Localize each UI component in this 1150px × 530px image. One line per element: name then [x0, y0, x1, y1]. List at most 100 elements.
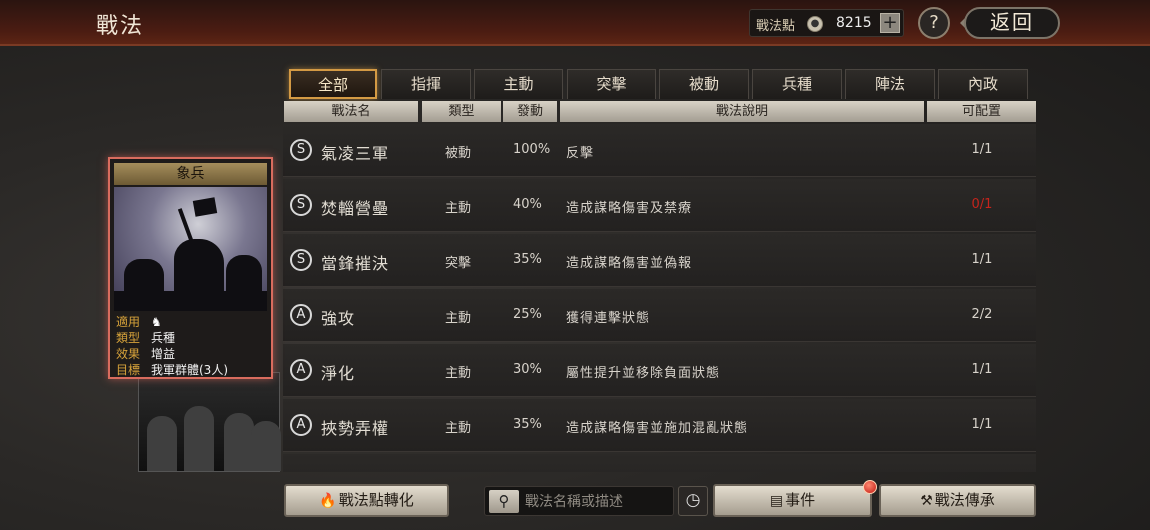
tactic-slots: 1/1: [971, 142, 993, 157]
tactic-slots: 2/2: [971, 307, 993, 322]
tactic-slots: 1/1: [971, 252, 993, 267]
tactic-name: 焚輜營壘: [321, 199, 390, 218]
tactic-type: 主動: [445, 311, 472, 326]
tactic-name: 挾勢弄權: [321, 419, 390, 438]
tactic-description: 屬性提升並移除負面狀態: [566, 366, 721, 381]
horse-rider-silhouette: [174, 239, 224, 299]
tactic-type: 主動: [445, 421, 472, 436]
ground-silhouette: [114, 291, 267, 311]
tactic-description: 造成謀略傷害並偽報: [566, 256, 693, 271]
table-row[interactable]: S 焚輜營壘 主動 40% 造成謀略傷害及禁療 0/1: [283, 179, 1036, 232]
tactic-rate: 25%: [513, 307, 542, 322]
card-info-row: 適用 ♞: [114, 314, 267, 330]
magnifier-icon[interactable]: ⚲: [489, 490, 519, 513]
tactic-slots: 0/1: [971, 197, 993, 212]
help-button[interactable]: ?: [918, 7, 950, 39]
card-info-value: 兵種: [151, 331, 176, 345]
clock-icon[interactable]: ◷: [678, 486, 708, 516]
grade-badge: S: [290, 249, 312, 271]
grade-badge: S: [290, 139, 312, 161]
card-info-key: 適用: [116, 315, 141, 329]
tactic-name: 當鋒摧決: [321, 254, 390, 273]
tab-formation[interactable]: 陣法: [845, 69, 935, 99]
tab-internal[interactable]: 內政: [938, 69, 1028, 99]
card-info-key: 目標: [116, 363, 141, 377]
tab-passive[interactable]: 被動: [659, 69, 749, 99]
card-info-key: 類型: [116, 331, 141, 345]
events-button[interactable]: ▤ 事件: [713, 484, 872, 517]
card-info-row: 效果 增益: [114, 346, 267, 362]
tactic-type: 主動: [445, 366, 472, 381]
grade-badge: A: [290, 359, 312, 381]
card-info-key: 效果: [116, 347, 141, 361]
table-row[interactable]: A 挾勢弄權 主動 35% 造成謀略傷害並施加混亂狀態 1/1: [283, 399, 1036, 452]
soldier-silhouette: [224, 413, 254, 471]
scroll-icon: ▤: [769, 493, 784, 509]
tactic-description: 造成謀略傷害並施加混亂狀態: [566, 421, 749, 436]
tactic-list[interactable]: S 氣凌三軍 被動 100% 反擊 1/1 S 焚輜營壘 主動 40% 造成謀略…: [283, 124, 1036, 472]
horse-icon: ♞: [151, 315, 162, 329]
tactic-points-box: 戰法點 ● 8215 +: [749, 9, 904, 37]
tactic-inherit-label: 戰法傳承: [934, 491, 995, 509]
add-points-button[interactable]: +: [880, 13, 900, 33]
tactic-type: 主動: [445, 201, 472, 216]
column-header-name[interactable]: 戰法名: [284, 101, 418, 122]
soldier-silhouette: [147, 416, 177, 471]
tactic-description: 造成謀略傷害及禁療: [566, 201, 693, 216]
column-header-rate[interactable]: 發動: [503, 101, 557, 122]
page-title: 戰法: [96, 14, 145, 39]
card-stack-back: [138, 372, 281, 472]
card-info-row: 目標 我軍群體(3人): [114, 362, 267, 378]
table-row[interactable]: S 氣凌三軍 被動 100% 反擊 1/1: [283, 124, 1036, 177]
banner-flag: [192, 197, 218, 217]
tactic-name: 強攻: [321, 309, 356, 328]
tab-command[interactable]: 指揮: [381, 69, 471, 99]
tactic-points-label: 戰法點: [756, 19, 796, 34]
tactic-points-value: 8215: [836, 15, 872, 31]
grade-badge: A: [290, 304, 312, 326]
grade-badge: A: [290, 414, 312, 436]
tactic-rate: 35%: [513, 252, 542, 267]
card-info-row: 類型 兵種: [114, 330, 267, 346]
card-title: 象兵: [114, 163, 267, 185]
tactic-description: 反擊: [566, 146, 595, 161]
grade-badge: S: [290, 194, 312, 216]
back-button[interactable]: 返回: [964, 7, 1060, 39]
tab-assault[interactable]: 突擊: [567, 69, 656, 99]
tactic-name: 淨化: [321, 364, 356, 383]
search-input[interactable]: [525, 490, 670, 513]
tab-all[interactable]: 全部: [289, 69, 377, 99]
tactic-description: 獲得連擊狀態: [566, 311, 651, 326]
tactic-name: 氣凌三軍: [321, 144, 390, 163]
tactic-slots: 1/1: [971, 362, 993, 377]
convert-points-button[interactable]: 🔥 戰法點轉化: [284, 484, 449, 517]
events-label: 事件: [785, 491, 816, 509]
column-header-type[interactable]: 類型: [422, 101, 501, 122]
tab-troop[interactable]: 兵種: [752, 69, 842, 99]
card-artwork: [114, 187, 267, 311]
tactic-rate: 30%: [513, 362, 542, 377]
tactic-rate: 100%: [513, 142, 551, 157]
fire-icon: 🔥: [319, 493, 337, 509]
top-bar: 戰法 戰法點 ● 8215 + ? 返回: [0, 0, 1150, 46]
hammer-icon: ⚒: [920, 493, 933, 509]
selected-tactic-card[interactable]: 象兵 適用 ♞ 類型 兵種 效果 增益 目標 我軍群體(3人): [108, 157, 273, 379]
coin-icon: ●: [807, 16, 823, 32]
search-bar: ⚲: [484, 486, 674, 516]
table-row[interactable]: A 淨化 主動 30% 屬性提升並移除負面狀態 1/1: [283, 344, 1036, 397]
tactic-type: 突擊: [445, 256, 472, 271]
soldier-silhouette: [251, 421, 281, 471]
card-info-value: 我軍群體(3人): [151, 363, 228, 377]
tactic-inherit-button[interactable]: ⚒ 戰法傳承: [879, 484, 1036, 517]
notification-badge: [863, 480, 877, 494]
card-info: 適用 ♞ 類型 兵種 效果 增益 目標 我軍群體(3人): [114, 314, 267, 378]
tab-active[interactable]: 主動: [474, 69, 563, 99]
column-header-description: 戰法說明: [560, 101, 924, 122]
tactic-slots: 1/1: [971, 417, 993, 432]
table-row[interactable]: S 當鋒摧決 突擊 35% 造成謀略傷害並偽報 1/1: [283, 234, 1036, 287]
table-row[interactable]: A 強攻 主動 25% 獲得連擊狀態 2/2: [283, 289, 1036, 342]
card-info-value: 增益: [151, 347, 176, 361]
table-row[interactable]: [283, 454, 1036, 472]
column-header-slots[interactable]: 可配置: [927, 101, 1036, 122]
tactic-rate: 35%: [513, 417, 542, 432]
